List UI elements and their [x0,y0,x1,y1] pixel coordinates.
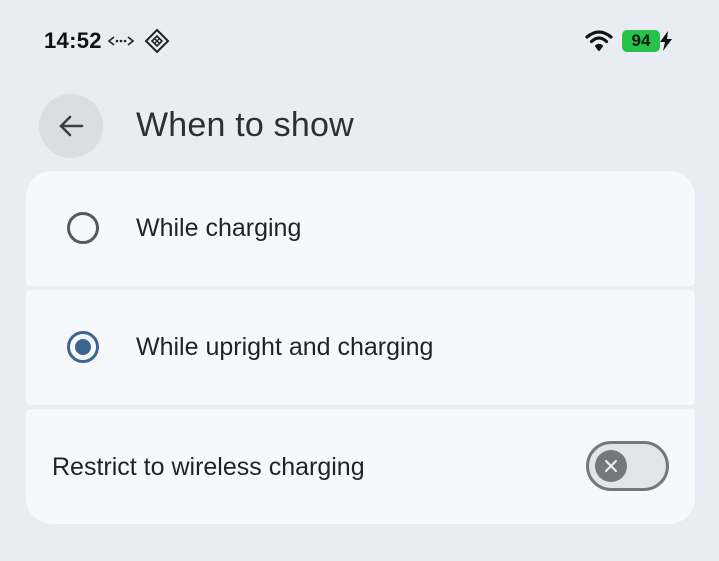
restrict-wireless-row[interactable]: Restrict to wireless charging [26,409,695,524]
option-label: While upright and charging [136,333,434,361]
restrict-wireless-label: Restrict to wireless charging [52,453,365,481]
link-icon [108,36,134,46]
status-bar: 14:52 94 [0,0,719,80]
status-time: 14:52 [44,28,102,53]
option-while-upright-and-charging[interactable]: While upright and charging [26,290,695,405]
arrow-left-icon [59,115,84,137]
diamond-grid-icon [144,28,170,54]
radio-while-upright-and-charging[interactable] [67,331,99,363]
battery-level: 94 [631,31,651,50]
battery-indicator: 94 [622,30,660,52]
restrict-wireless-toggle[interactable] [586,441,669,491]
charging-bolt-icon [660,31,672,51]
toggle-knob [595,450,627,482]
option-while-charging[interactable]: While charging [26,171,695,286]
radio-while-charging[interactable] [67,212,99,244]
wifi-icon [585,30,613,51]
option-label: While charging [136,214,302,242]
close-icon [605,460,617,472]
back-button[interactable] [39,94,103,158]
page-title: When to show [136,106,354,144]
